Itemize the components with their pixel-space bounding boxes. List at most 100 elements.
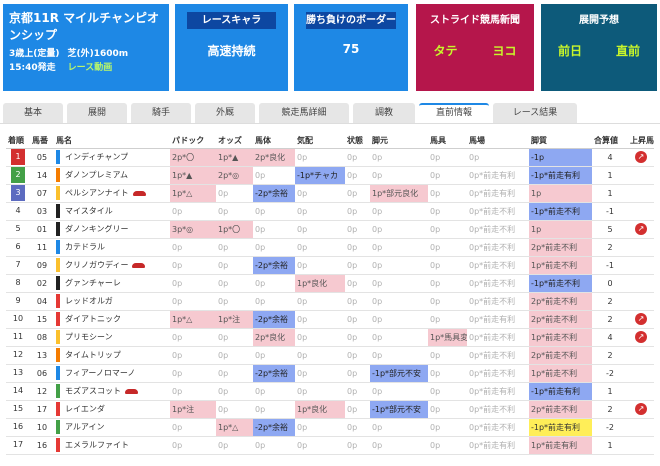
horse-name[interactable]: クリノガウディー	[65, 261, 128, 270]
horse-name[interactable]: プリモシーン	[65, 333, 113, 342]
horse-name[interactable]: インディチャンプ	[65, 153, 128, 162]
stride-yoko-link[interactable]: ヨコ	[492, 42, 516, 59]
col-rank[interactable]: 着順	[6, 133, 30, 149]
col-odds[interactable]: オッズ	[216, 133, 253, 149]
tab-basic[interactable]: 基本	[3, 103, 63, 123]
col-total[interactable]: 合算値	[592, 133, 628, 149]
table-row[interactable]: 13 06 フィアーノロマーノ 0p 0p -2p*余裕 0p 0p -1p*部元不安 0p 0p*…	[6, 364, 654, 383]
col-rising[interactable]: 上昇馬	[628, 133, 654, 149]
col-state[interactable]: 状態	[345, 133, 370, 149]
legs-cell: 0p	[370, 346, 428, 365]
horse-name[interactable]: フィアーノロマーノ	[65, 369, 135, 378]
table-row[interactable]: 1 05 インディチャンプ 2p*〇 1p*▲ 2p*良化 0p 0p 0p 0p 0p -1p 4 ↗	[6, 148, 654, 167]
demeanor-cell: 0p	[295, 292, 345, 311]
forecast-prev-day-link[interactable]: 前日	[558, 42, 582, 59]
rising-horse-icon[interactable]: ↗	[635, 151, 647, 163]
horse-name-cell[interactable]: フィアーノロマーノ	[54, 364, 170, 383]
col-style[interactable]: 脚質	[529, 133, 592, 149]
stride-tate-link[interactable]: タテ	[433, 42, 457, 59]
horse-name-cell[interactable]: ダイアトニック	[54, 310, 170, 329]
horse-name-cell[interactable]: カテドラル	[54, 238, 170, 257]
col-body[interactable]: 馬体	[253, 133, 295, 149]
rising-horse-icon[interactable]: ↗	[635, 223, 647, 235]
horse-name-cell[interactable]: レッドオルガ	[54, 292, 170, 311]
rank-badge: 14	[12, 386, 24, 395]
horse-name-cell[interactable]: ペルシアンナイト	[54, 184, 170, 203]
horse-name-cell[interactable]: インディチャンプ	[54, 148, 170, 167]
table-row[interactable]: 15 17 レイエンダ 1p*注 0p 0p 1p*良化 0p -1p*部元不安 0p 0p*前走不…	[6, 400, 654, 419]
horse-name[interactable]: アルアイン	[65, 423, 105, 432]
rank-badge: 15	[12, 404, 24, 413]
rising-horse-icon[interactable]: ↗	[635, 313, 647, 325]
horse-name[interactable]: エメラルファイト	[65, 441, 129, 450]
table-row[interactable]: 9 04 レッドオルガ 0p 0p 0p 0p 0p 0p 0p 0p*前走不利 2p*前走不利 2	[6, 292, 654, 311]
col-track[interactable]: 馬場	[467, 133, 529, 149]
horse-name[interactable]: ペルシアンナイト	[65, 189, 129, 198]
tab-jockey[interactable]: 騎手	[131, 103, 191, 123]
body-cell: 0p	[253, 238, 295, 257]
tab-workout[interactable]: 調教	[353, 103, 415, 123]
style-cell: 1p	[529, 220, 592, 239]
col-paddock[interactable]: パドック	[170, 133, 216, 149]
horse-name-cell[interactable]: モズアスコット	[54, 382, 170, 401]
table-row[interactable]: 17 16 エメラルファイト 0p 0p 0p 0p 0p 0p 0p 0p*前走有利 1p*前走有利…	[6, 436, 654, 455]
rank-badge: 2	[11, 167, 25, 183]
horse-name-cell[interactable]: クリノガウディー	[54, 256, 170, 275]
tab-latest-info[interactable]: 直前情報	[419, 103, 489, 123]
table-row[interactable]: 11 08 プリモシーン 0p 0p 2p*良化 0p 0p 0p 1p*馬具変 0p*前走不利 1p…	[6, 328, 654, 347]
horse-name[interactable]: マイスタイル	[65, 207, 113, 216]
col-horse-name[interactable]: 馬名	[54, 133, 170, 149]
tab-training-center[interactable]: 外厩	[195, 103, 255, 123]
table-row[interactable]: 16 10 アルアイン 0p 1p*△ -2p*余裕 0p 0p 0p 0p 0p*前走不利 -1p*…	[6, 418, 654, 437]
table-row[interactable]: 12 13 タイムトリップ 0p 0p 0p 0p 0p 0p 0p 0p*前走不利 2p*前走不利 2	[6, 346, 654, 365]
stride-newspaper-head: ストライド競馬新聞	[430, 15, 520, 26]
horse-name-cell[interactable]: ダノンプレミアム	[54, 166, 170, 185]
tab-race-result[interactable]: レース結果	[493, 103, 577, 123]
total-cell: 1	[592, 166, 628, 185]
legs-cell: 0p	[370, 274, 428, 293]
horse-name-cell[interactable]: マイスタイル	[54, 202, 170, 221]
number-cell: 13	[30, 346, 54, 365]
rank-cell: 12	[6, 346, 30, 365]
table-row[interactable]: 5 01 ダノンキングリー 3p*◎ 1p*〇 0p 0p 0p 0p 0p 0p*前走不利 1p 5 ↗	[6, 220, 654, 239]
horse-name[interactable]: レイエンダ	[65, 405, 105, 414]
horse-name[interactable]: ダイアトニック	[65, 315, 121, 324]
col-number[interactable]: 馬番	[30, 133, 54, 149]
tab-pace[interactable]: 展開	[67, 103, 127, 123]
table-row[interactable]: 4 03 マイスタイル 0p 0p 0p 0p 0p 0p 0p 0p*前走不利 -1p*前走不利 -1	[6, 202, 654, 221]
race-video-link[interactable]: レース動画	[68, 63, 113, 73]
horse-name-cell[interactable]: プリモシーン	[54, 328, 170, 347]
table-row[interactable]: 3 07 ペルシアンナイト 1p*△ 0p -2p*余裕 0p 0p 1p*部元良化 0p 0p*前…	[6, 184, 654, 203]
horse-name[interactable]: グァンチャーレ	[65, 279, 121, 288]
total-cell: -2	[592, 418, 628, 437]
horse-name[interactable]: タイムトリップ	[65, 351, 121, 360]
horse-name-cell[interactable]: グァンチャーレ	[54, 274, 170, 293]
forecast-latest-link[interactable]: 直前	[616, 42, 640, 59]
col-demeanor[interactable]: 気配	[295, 133, 345, 149]
col-gear[interactable]: 馬具	[428, 133, 467, 149]
table-row[interactable]: 14 12 モズアスコット 0p 0p 0p 0p 0p 0p 0p 0p*前走有利 -1p*前走有利…	[6, 382, 654, 401]
horse-name-cell[interactable]: ダノンキングリー	[54, 220, 170, 239]
horse-name-cell[interactable]: エメラルファイト	[54, 436, 170, 455]
tab-horse-detail[interactable]: 競走馬詳細	[259, 103, 349, 123]
legs-cell: 1p*部元良化	[370, 184, 428, 203]
rising-horse-icon[interactable]: ↗	[635, 331, 647, 343]
horse-name-cell[interactable]: タイムトリップ	[54, 346, 170, 365]
horse-name[interactable]: ダノンキングリー	[65, 225, 129, 234]
col-legs[interactable]: 脚元	[370, 133, 428, 149]
state-cell: 0p	[345, 292, 370, 311]
table-row[interactable]: 10 15 ダイアトニック 1p*△ 1p*注 -2p*余裕 0p 0p 0p 0p 0p*前走有利…	[6, 310, 654, 329]
horse-name-cell[interactable]: レイエンダ	[54, 400, 170, 419]
horse-name[interactable]: モズアスコット	[65, 387, 121, 396]
rising-cell	[628, 256, 654, 275]
table-row[interactable]: 7 09 クリノガウディー 0p 0p -2p*余裕 0p 0p 0p 0p 0p*前走不利 1p*前…	[6, 256, 654, 275]
table-row[interactable]: 6 11 カテドラル 0p 0p 0p 0p 0p 0p 0p 0p*前走不利 2p*前走不利 2	[6, 238, 654, 257]
race-character-value: 高速持続	[207, 44, 256, 58]
horse-name[interactable]: カテドラル	[65, 243, 105, 252]
horse-name[interactable]: ダノンプレミアム	[65, 171, 128, 180]
rising-horse-icon[interactable]: ↗	[635, 403, 647, 415]
table-row[interactable]: 2 14 ダノンプレミアム 1p*▲ 2p*◎ 0p -1p*チャカ 0p 0p 0p 0p*前走有…	[6, 166, 654, 185]
table-row[interactable]: 8 02 グァンチャーレ 0p 0p 0p 1p*良化 0p 0p 0p 0p*前走不利 -1p*前走…	[6, 274, 654, 293]
horse-name[interactable]: レッドオルガ	[65, 297, 113, 306]
horse-name-cell[interactable]: アルアイン	[54, 418, 170, 437]
